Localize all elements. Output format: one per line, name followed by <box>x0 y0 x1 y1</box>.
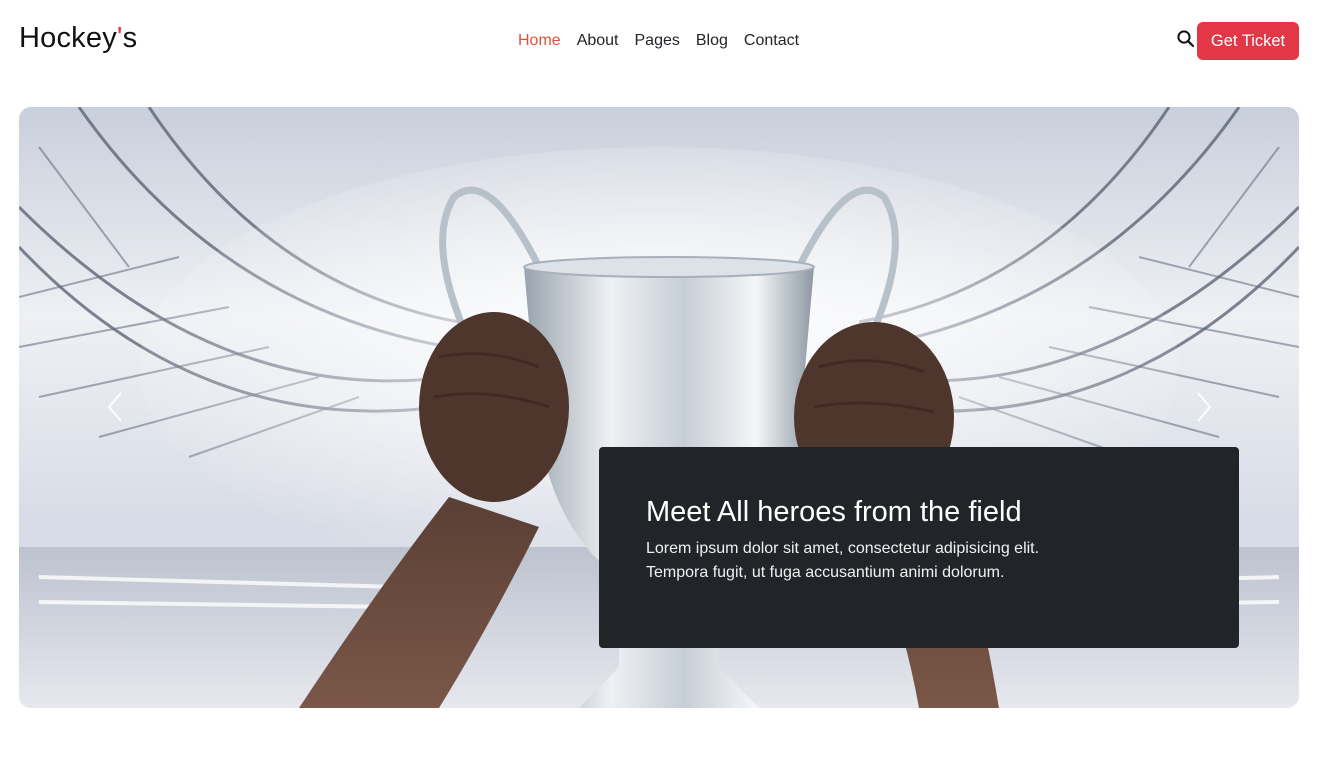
site-logo[interactable]: Hockey's <box>19 20 137 56</box>
caption-title: Meet All heroes from the field <box>646 496 1022 528</box>
carousel-next-button[interactable] <box>1188 387 1218 427</box>
hero-caption: Meet All heroes from the field Lorem ips… <box>599 447 1239 648</box>
caption-text: Lorem ipsum dolor sit amet, consectetur … <box>646 540 1040 581</box>
carousel-prev-button[interactable] <box>101 387 131 427</box>
nav-item-blog[interactable]: Blog <box>696 28 728 54</box>
nav-item-about[interactable]: About <box>577 28 619 54</box>
get-ticket-button[interactable]: Get Ticket <box>1197 22 1299 60</box>
nav-item-pages[interactable]: Pages <box>635 28 680 54</box>
nav-item-contact[interactable]: Contact <box>744 28 799 54</box>
chevron-right-icon <box>1197 392 1212 422</box>
logo-text-main: Hockey <box>19 22 117 54</box>
main-nav: Home About Pages Blog Contact <box>518 28 815 54</box>
logo-text-suffix: s <box>122 22 138 54</box>
search-button[interactable] <box>1176 29 1196 49</box>
nav-item-home[interactable]: Home <box>518 28 561 54</box>
chevron-left-icon <box>107 392 122 422</box>
site-header: Hockey's Home About Pages Blog Contact G… <box>0 0 1322 80</box>
search-icon <box>1177 30 1195 48</box>
